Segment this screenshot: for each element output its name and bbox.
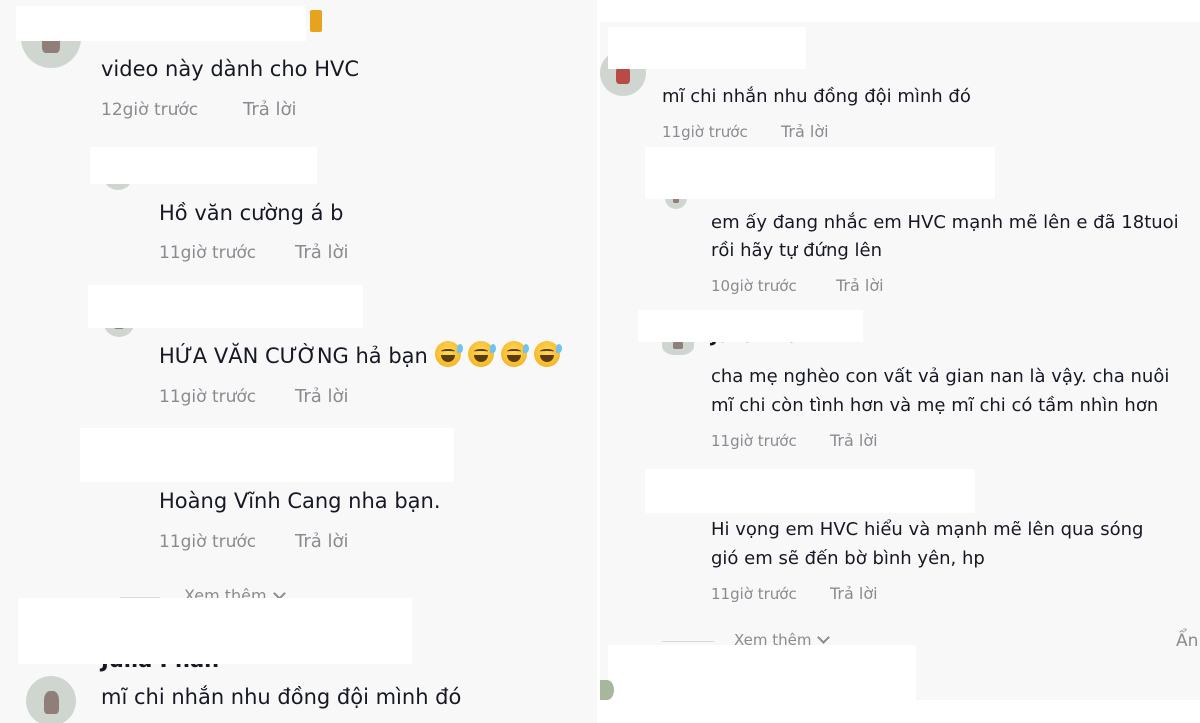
redacted-username xyxy=(16,6,306,41)
reply-time: 11giờ trước xyxy=(711,432,797,450)
redacted-username xyxy=(88,285,363,328)
left-comment-panel: video này dành cho HVC 12giờ trước Trả l… xyxy=(0,0,597,723)
reply-text: Hồ văn cường á b xyxy=(159,201,344,225)
redacted-username xyxy=(608,645,916,700)
reply-button[interactable]: Trả lời xyxy=(836,276,884,295)
reply-button[interactable]: Trả lời xyxy=(243,99,297,120)
reply-time: 11giờ trước xyxy=(159,532,257,552)
comment-text: video này dành cho HVC xyxy=(101,57,360,81)
commenter-avatar[interactable] xyxy=(600,680,614,700)
top-strip xyxy=(600,0,1200,22)
right-comment-panel: mĩ chi nhắn nhu đồng đội mình đó 11giờ t… xyxy=(600,0,1200,723)
reply-text: Hoàng Vĩnh Cang nha bạn. xyxy=(159,489,441,513)
reply-time: 11giờ trước xyxy=(159,243,257,263)
redacted-username xyxy=(638,310,863,342)
comment-time: 12giờ trước xyxy=(101,100,199,120)
reply-button[interactable]: Trả lời xyxy=(295,531,349,552)
laughing-emoji-icon xyxy=(467,341,496,367)
redacted-username xyxy=(645,469,975,513)
reply-text-line: cha mẹ nghèo con vất vả gian nan là vậy.… xyxy=(711,366,1170,387)
laughing-emoji-icon xyxy=(533,341,562,367)
reply-button[interactable]: Trả lời xyxy=(295,242,349,263)
reply-button[interactable]: Trả lời xyxy=(781,122,829,141)
redacted-username xyxy=(80,428,454,482)
redacted-username xyxy=(90,147,317,184)
redacted-username xyxy=(608,27,806,69)
reply-button[interactable]: Trả lời xyxy=(295,386,349,407)
reply-time: 11giờ trước xyxy=(711,585,797,603)
reply-text: HỨA VĂN CƯỜNG hả bạn xyxy=(159,341,562,371)
redacted-username xyxy=(18,598,412,664)
see-more-divider xyxy=(662,641,714,642)
commenter-avatar[interactable] xyxy=(26,676,76,723)
reply-time: 10giờ trước xyxy=(711,277,797,295)
chevron-down-icon xyxy=(817,631,831,644)
reply-text-line: Hi vọng em HVC hiểu và mạnh mẽ lên qua s… xyxy=(711,519,1144,540)
reply-text-line: gió em sẽ đến bờ bình yên, hp xyxy=(711,548,985,569)
partial-comment-text: mĩ chi nhắn nhu đồng đội mình đó xyxy=(101,685,462,709)
laughing-emoji-icon xyxy=(434,341,463,367)
laughing-emoji-icon xyxy=(500,341,529,367)
reply-text-line: rồi hãy tự đứng lên xyxy=(711,240,883,261)
reply-text-line: mĩ chi còn tình hơn và mẹ mĩ chi có tầm … xyxy=(711,395,1159,416)
reply-button[interactable]: Trả lời xyxy=(830,431,878,450)
reply-time: 11giờ trước xyxy=(159,387,257,407)
reply-text-content: HỨA VĂN CƯỜNG hả bạn xyxy=(159,344,428,368)
badge-icon xyxy=(310,10,322,32)
reply-button[interactable]: Trả lời xyxy=(830,584,878,603)
comment-time: 11giờ trước xyxy=(662,123,748,141)
reply-text-line: em ấy đang nhắc em HVC mạnh mẽ lên e đã … xyxy=(711,212,1179,233)
comment-text: mĩ chi nhắn nhu đồng đội mình đó xyxy=(662,86,971,107)
redacted-username xyxy=(645,147,995,199)
hide-button[interactable]: Ẩn xyxy=(1176,631,1198,651)
bottom-strip xyxy=(600,700,1200,723)
